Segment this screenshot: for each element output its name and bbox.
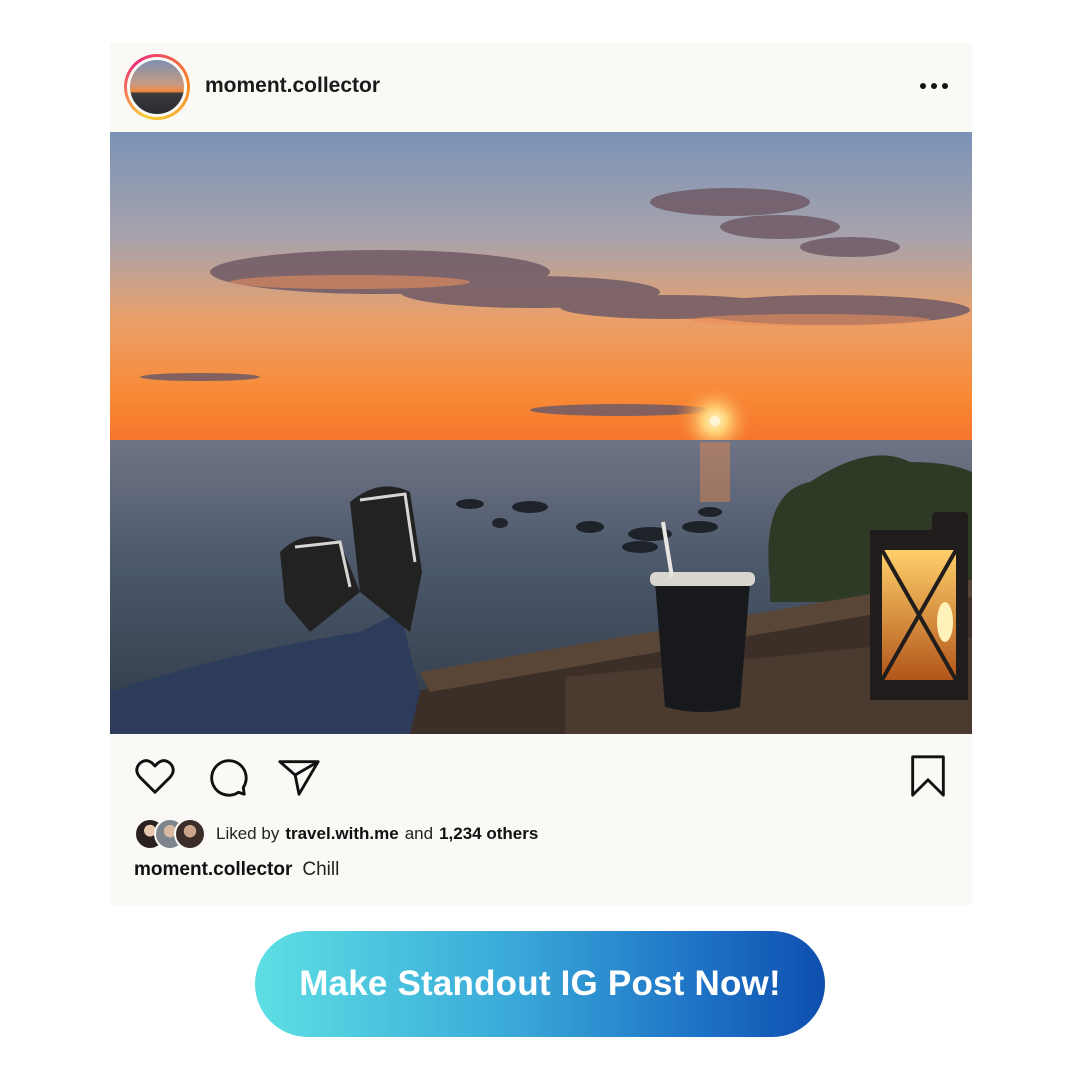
liked-by-user-link[interactable]: travel.with.me: [285, 824, 398, 844]
avatar: [174, 818, 206, 850]
liked-by-label: Liked by: [216, 824, 280, 843]
more-options-icon[interactable]: [920, 77, 948, 95]
post-username[interactable]: moment.collector: [205, 74, 380, 98]
caption-text: Chill: [302, 859, 340, 880]
post-action-bar: [110, 751, 972, 805]
liked-by-others-link[interactable]: 1,234 others: [439, 824, 538, 844]
profile-avatar[interactable]: [124, 54, 190, 120]
instagram-post-card: moment.collector Liked by travel.with.me…: [110, 43, 972, 905]
liker-avatars[interactable]: [134, 818, 206, 850]
post-photo[interactable]: [110, 132, 972, 734]
cta-button[interactable]: Make Standout IG Post Now!: [255, 931, 825, 1037]
liked-by-and: and: [404, 824, 434, 843]
paper-plane-icon[interactable]: [276, 753, 322, 799]
likes-summary: Liked by travel.with.me and 1,234 others: [134, 817, 538, 851]
post-caption: moment.collector Chill: [134, 859, 339, 881]
caption-username[interactable]: moment.collector: [134, 859, 292, 880]
bookmark-icon[interactable]: [905, 753, 951, 799]
cta-label: Make Standout IG Post Now!: [299, 964, 781, 1003]
sunset-beach-image: [110, 132, 972, 734]
post-header: moment.collector: [110, 43, 972, 131]
heart-icon[interactable]: [132, 753, 178, 799]
comment-bubble-icon[interactable]: [204, 753, 250, 799]
